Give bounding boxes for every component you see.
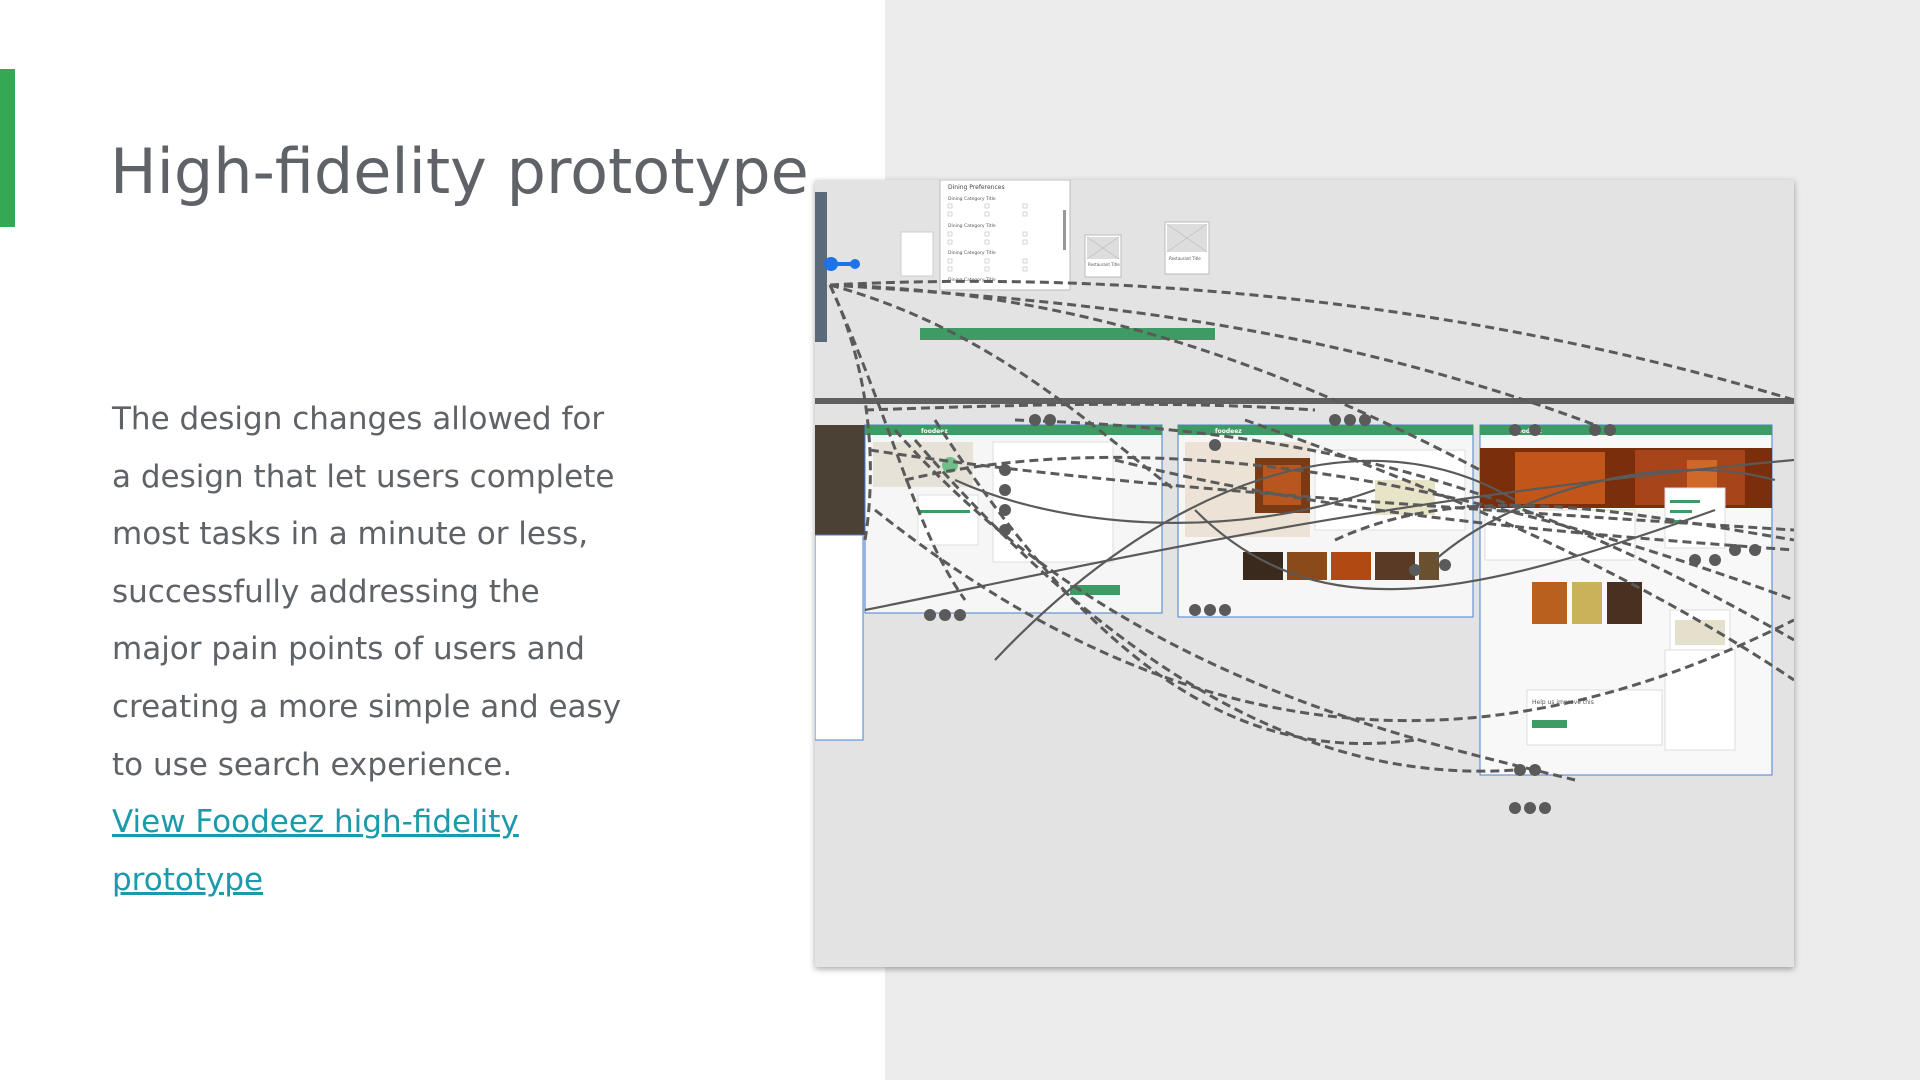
slide-title: High-fidelity prototype xyxy=(110,135,809,208)
svg-text:Dining Category Title: Dining Category Title xyxy=(948,223,996,229)
slide-body: The design changes allowed for a design … xyxy=(112,391,632,909)
prototype-canvas: Dining Preferences Dining Category Title… xyxy=(815,180,1794,814)
svg-text:Restaurant Title: Restaurant Title xyxy=(1088,262,1120,267)
body-paragraph: The design changes allowed for a design … xyxy=(112,401,622,783)
dining-panel-title: Dining Preferences xyxy=(948,184,1005,191)
dining-preferences-panel: Dining Preferences Dining Category Title… xyxy=(939,180,1071,291)
svg-text:Dining Category Title: Dining Category Title xyxy=(948,250,996,256)
prototype-screenshot: Dining Preferences Dining Category Title… xyxy=(815,180,1794,967)
svg-text:Restaurant Title: Restaurant Title xyxy=(1169,256,1201,261)
wire-band xyxy=(815,398,1794,404)
accent-bar xyxy=(0,69,15,227)
prototype-screen-1: foodeez xyxy=(815,424,1163,741)
svg-text:Dining Category Title: Dining Category Title xyxy=(948,196,996,202)
dropdown-list xyxy=(900,231,934,277)
restaurant-card-placeholders: Restaurant Title Restaurant Title xyxy=(1084,221,1210,278)
prototype-link[interactable]: View Foodeez high-fidelity prototype xyxy=(112,804,519,898)
